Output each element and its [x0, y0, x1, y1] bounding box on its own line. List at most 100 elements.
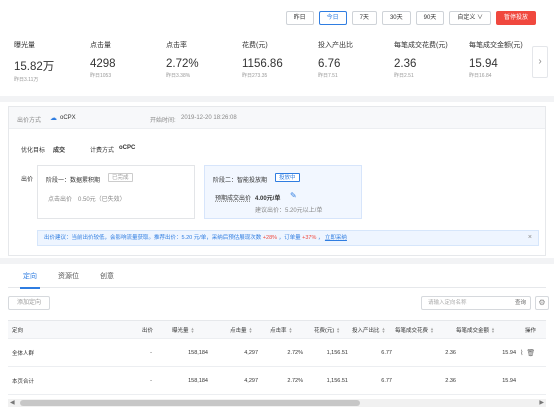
- table-row: 全体人群 - 158,184 4,297 2.72% 1,156.51 6.77…: [8, 339, 546, 367]
- bid-mode-value: oCPX: [60, 115, 76, 121]
- scroll-right-icon[interactable]: ▶: [539, 399, 544, 407]
- date-custom-dropdown[interactable]: 自定义 ∨: [449, 11, 491, 25]
- order-lift: +37%: [302, 235, 317, 241]
- stage-two-price: 4.00元/单: [255, 196, 281, 202]
- cell-bid: -: [150, 377, 152, 384]
- tab-targeting[interactable]: 定向: [20, 266, 40, 289]
- cell-roi: 6.77: [381, 377, 392, 384]
- cell-amount-per-order: 15.94: [502, 377, 516, 384]
- col-header-impressions[interactable]: 曝光量 ▲ ▼: [172, 321, 194, 338]
- stage-one-title: 阶段一：数据累积期: [46, 178, 101, 184]
- stage-two-title: 阶段二：智能投放期: [213, 178, 268, 184]
- metric-ctr[interactable]: 点击率 2.72% 昨日3.38%: [166, 40, 199, 79]
- metric-impressions[interactable]: 曝光量 15.82万 昨日3.11万: [14, 40, 54, 83]
- metric-label: 曝光量: [14, 42, 35, 49]
- section-divider: [0, 258, 554, 264]
- tab-placement[interactable]: 资源位: [58, 266, 79, 288]
- metric-label: 每笔成交花费(元): [394, 42, 448, 49]
- targeting-search: 查询: [421, 296, 531, 310]
- metric-amount-per-order[interactable]: 每笔成交金额(元) 15.94 昨日16.84: [469, 40, 523, 79]
- col-header-label: 点击率: [270, 327, 287, 334]
- date-yesterday-button[interactable]: 昨日: [285, 11, 314, 25]
- col-header-cost[interactable]: 花费(元) ▲ ▼: [314, 321, 340, 338]
- col-header-label: 投入产出比: [352, 327, 380, 334]
- gear-icon[interactable]: ⚙: [535, 296, 549, 310]
- col-header-label: 花费(元): [314, 327, 335, 334]
- col-header-actions: 操作: [525, 327, 537, 334]
- delete-icon[interactable]: 🗑: [526, 349, 535, 357]
- start-time-label: 开始时间:: [150, 118, 176, 124]
- horizontal-scrollbar[interactable]: ◀ ▶: [8, 399, 546, 407]
- metric-yesterday: 昨日16.84: [469, 73, 492, 79]
- date-7days-button[interactable]: 7天: [351, 11, 377, 25]
- search-button[interactable]: 查询: [515, 297, 526, 309]
- sort-icon[interactable]: ▲ ▼: [430, 326, 434, 333]
- col-header-ctr[interactable]: 点击率 ▲ ▼: [270, 321, 292, 338]
- sort-icon[interactable]: ▲ ▼: [382, 326, 386, 333]
- metric-cost[interactable]: 花费(元) 1156.86 昨日273.35: [242, 40, 283, 79]
- col-header-label: 点击量: [230, 327, 247, 334]
- chart-icon[interactable]: ⌇: [520, 349, 523, 357]
- sort-icon[interactable]: ▲ ▼: [289, 326, 293, 333]
- suggestion-text: 出价建议：当前出价较低，会影响流量获取。推荐出价：5.20 元/单，采纳后预估展…: [44, 235, 262, 241]
- metric-label: 点击量: [90, 42, 111, 49]
- col-header-cost-per-order[interactable]: 每笔成交花费 ▲ ▼: [395, 321, 434, 338]
- metric-value: 15.82万: [14, 61, 55, 73]
- cell-cost-per-order: 2.36: [445, 349, 456, 356]
- metric-yesterday: 昨日7.51: [318, 73, 338, 79]
- sort-icon[interactable]: ▲ ▼: [191, 326, 195, 333]
- bid-label: 出价: [21, 177, 34, 183]
- stage-two-suggest: 建议出价：5.20元以上/单: [255, 208, 323, 214]
- col-header-amount-per-order[interactable]: 每笔成交金额 ▲ ▼: [456, 321, 495, 338]
- search-input[interactable]: [422, 297, 506, 309]
- stage-two-card: 阶段二：智能投放期 投放中 预期成交出价 4.00元/单 ✎ 建议出价：5.20…: [204, 165, 362, 219]
- stage-two-price-label: 预期成交出价: [215, 196, 252, 202]
- stage-two-status-badge: 投放中: [275, 173, 300, 182]
- adopt-now-link[interactable]: 立即采纳: [325, 235, 347, 241]
- col-header-roi[interactable]: 投入产出比 ▲ ▼: [352, 321, 385, 338]
- metric-roi[interactable]: 投入产出比 6.76 昨日7.51: [318, 40, 353, 79]
- tab-creative[interactable]: 创意: [100, 266, 114, 288]
- scrollbar-thumb[interactable]: [20, 400, 360, 406]
- chevron-right-icon[interactable]: ›: [532, 46, 548, 78]
- suggestion-text-order: ，订单量: [278, 235, 301, 241]
- add-targeting-button[interactable]: 添加定向: [8, 296, 50, 310]
- metric-value: 15.94: [469, 58, 498, 70]
- close-icon[interactable]: ×: [528, 231, 532, 245]
- date-today-button[interactable]: 今日: [318, 11, 347, 25]
- sort-icon[interactable]: ▲ ▼: [249, 326, 253, 333]
- sort-icon[interactable]: ▲ ▼: [491, 326, 495, 333]
- detail-tabs: 定向 资源位 创意: [8, 266, 546, 289]
- stage-one-status-badge: 已完成: [108, 173, 133, 182]
- metric-yesterday: 昨日3.11万: [14, 77, 39, 83]
- col-header-label: 曝光量: [172, 327, 189, 334]
- stage-one-card: 阶段一：数据累积期 已完成 点击出价 0.50元（已失效）: [37, 165, 195, 219]
- metric-label: 点击率: [166, 42, 187, 49]
- metric-yesterday: 昨日3.38%: [166, 73, 191, 79]
- impression-lift: +28%: [262, 235, 278, 241]
- stage-one-price-label: 点击出价: [48, 197, 73, 203]
- charge-label: 计费方式: [90, 148, 115, 154]
- metric-clicks[interactable]: 点击量 4298 昨日1053: [90, 40, 116, 79]
- cell-impressions: 158,184: [188, 377, 208, 384]
- goal-label: 优化目标: [21, 148, 46, 154]
- metric-value: 1156.86: [242, 58, 283, 70]
- charge-value: oCPC: [119, 145, 136, 151]
- edit-icon[interactable]: ✎: [290, 191, 297, 200]
- pause-campaign-button[interactable]: 暂停投放: [495, 11, 536, 25]
- col-header-clicks[interactable]: 点击量 ▲ ▼: [230, 321, 252, 338]
- cell-targeting: 全体人群: [12, 350, 35, 357]
- cell-roi: 6.77: [381, 349, 392, 356]
- date-range-bar: 昨日 今日 7天 30天 90天 自定义 ∨ 暂停投放: [285, 11, 536, 25]
- metric-cost-per-order[interactable]: 每笔成交花费(元) 2.36 昨日2.51: [394, 40, 448, 79]
- date-30days-button[interactable]: 30天: [381, 11, 411, 25]
- sort-icon[interactable]: ▲ ▼: [336, 326, 340, 333]
- suggestion-separator: ，: [317, 235, 324, 241]
- scroll-left-icon[interactable]: ◀: [10, 399, 15, 407]
- cell-clicks: 4,297: [244, 377, 258, 384]
- bid-mode-label: 出价方式: [17, 118, 42, 124]
- bid-panel-header: 出价方式 ☁ oCPX 开始时间: 2019-12-20 18:26:08: [9, 107, 545, 129]
- date-90days-button[interactable]: 90天: [415, 11, 445, 25]
- table-header-row: 定向 出价 曝光量 ▲ ▼ 点击量 ▲ ▼ 点击率 ▲ ▼ 花费(元) ▲ ▼ 投入产出比 ▲ ▼ …: [8, 321, 546, 339]
- metric-label: 每笔成交金额(元): [469, 42, 523, 49]
